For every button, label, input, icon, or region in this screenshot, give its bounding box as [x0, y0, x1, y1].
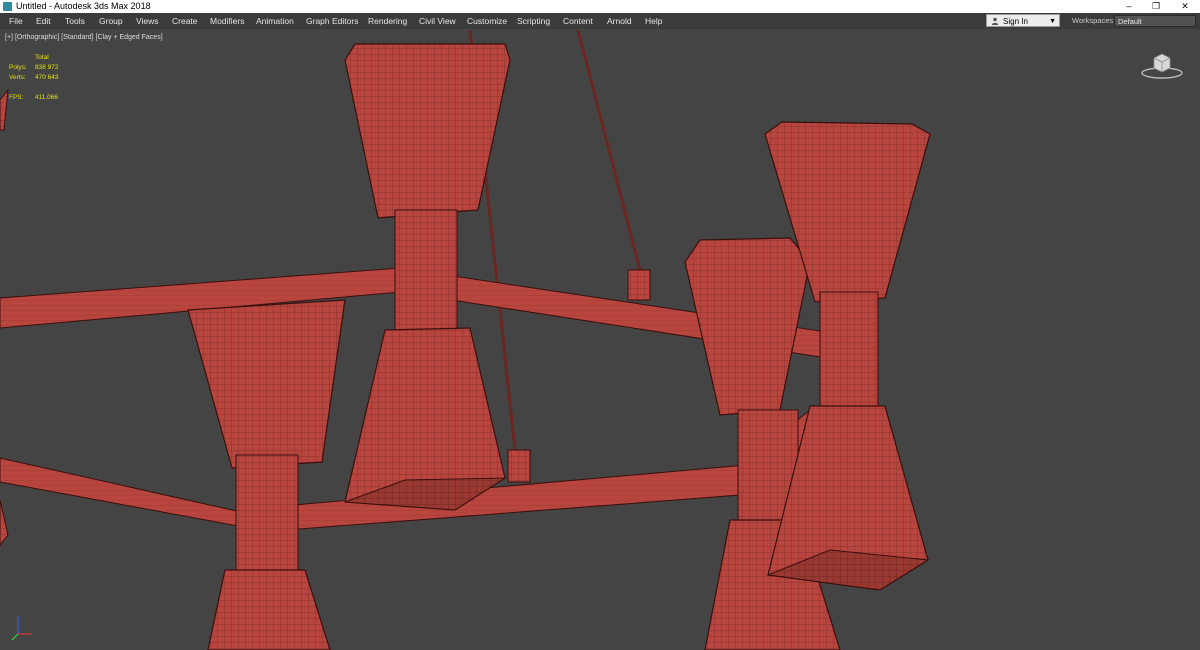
- minimize-button[interactable]: –: [1116, 0, 1142, 13]
- title-bar: Untitled - Autodesk 3ds Max 2018 – ❐ ✕: [0, 0, 1200, 13]
- menu-scripting[interactable]: Scripting: [516, 13, 551, 29]
- menu-rendering[interactable]: Rendering: [367, 13, 408, 29]
- scene-render: [0, 30, 931, 650]
- menu-views[interactable]: Views: [135, 13, 160, 29]
- close-button[interactable]: ✕: [1172, 0, 1198, 13]
- menu-arnold[interactable]: Arnold: [606, 13, 633, 29]
- window-title: Untitled - Autodesk 3ds Max 2018: [16, 1, 151, 11]
- menu-file[interactable]: File: [8, 13, 24, 29]
- menu-civil-view[interactable]: Civil View: [418, 13, 457, 29]
- menu-help[interactable]: Help: [644, 13, 663, 29]
- stats-fps-value: 411,066: [35, 94, 59, 101]
- menu-modifiers[interactable]: Modifiers: [209, 13, 245, 29]
- sign-in-dropdown[interactable]: Sign In ▼: [986, 14, 1060, 27]
- viewport-menu-plus[interactable]: [+]: [5, 34, 13, 41]
- chevron-down-icon: ▼: [1049, 18, 1056, 25]
- restore-button[interactable]: ❐: [1143, 0, 1169, 13]
- workspaces-label: Workspaces:: [1072, 16, 1116, 25]
- stats-polys-value: 838 972: [35, 64, 59, 71]
- lamp-left: [187, 299, 346, 650]
- menu-group[interactable]: Group: [98, 13, 124, 29]
- viewcube-icon[interactable]: [1140, 50, 1184, 80]
- workspaces-select[interactable]: Default: [1114, 15, 1196, 27]
- menu-customize[interactable]: Customize: [466, 13, 508, 29]
- menu-animation[interactable]: Animation: [255, 13, 295, 29]
- menu-graph-editors[interactable]: Graph Editors: [305, 13, 359, 29]
- user-icon: [991, 17, 999, 25]
- stats-polys-label: Polys:: [9, 64, 27, 71]
- stats-verts-value: 470 643: [35, 74, 59, 81]
- viewport-view-label[interactable]: [Orthographic]: [15, 34, 59, 41]
- menu-edit[interactable]: Edit: [35, 13, 52, 29]
- viewport-label[interactable]: [+] [Orthographic] [Standard] [Clay + Ed…: [5, 34, 163, 41]
- sign-in-label: Sign In: [1003, 17, 1028, 26]
- viewport-shading-label[interactable]: [Standard]: [61, 34, 93, 41]
- viewport-orthographic[interactable]: [+] [Orthographic] [Standard] [Clay + Ed…: [0, 30, 1200, 650]
- menu-create[interactable]: Create: [171, 13, 199, 29]
- menu-content[interactable]: Content: [562, 13, 594, 29]
- menu-tools[interactable]: Tools: [64, 13, 86, 29]
- stats-fps-label: FPS:: [9, 94, 24, 101]
- viewport-mode-label[interactable]: [Clay + Edged Faces]: [96, 34, 163, 41]
- app-icon: [3, 2, 12, 11]
- axis-tripod-icon: [11, 616, 32, 641]
- stats-total-header: Total: [35, 54, 49, 61]
- stats-verts-label: Verts:: [9, 74, 26, 81]
